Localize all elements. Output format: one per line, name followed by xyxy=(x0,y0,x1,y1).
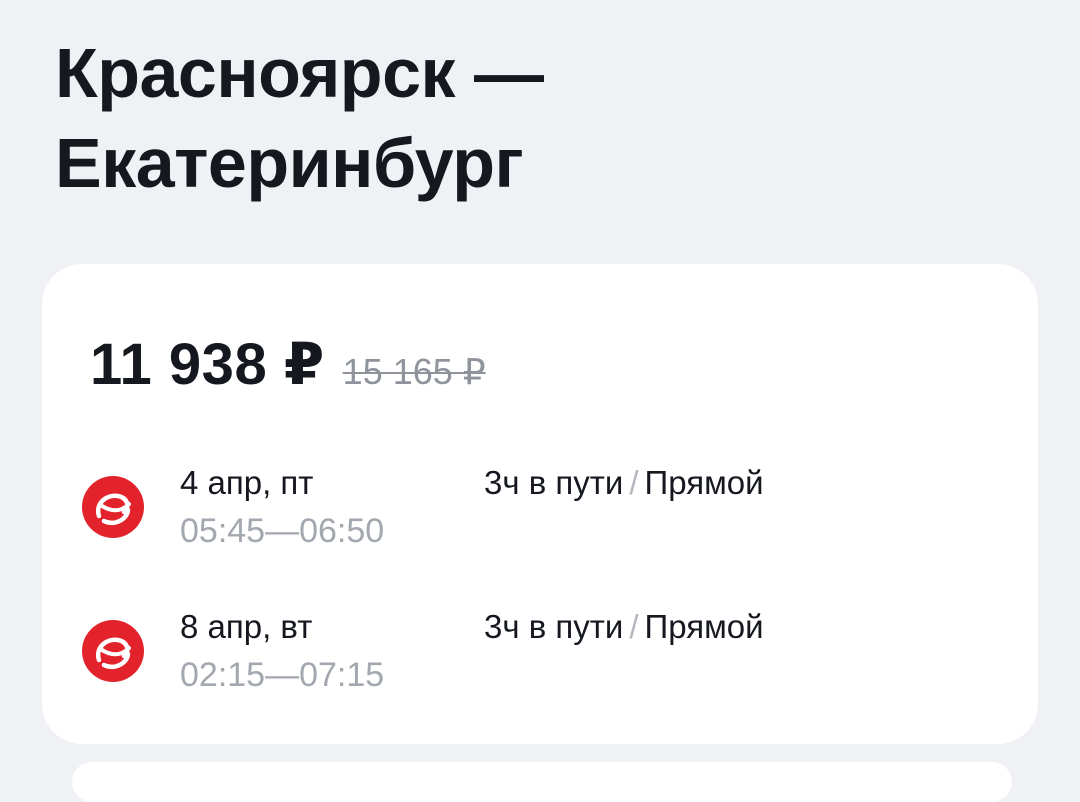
route-destination: Екатеринбург xyxy=(55,124,524,202)
flight-segment-outbound: 4 апр, пт 05:45—06:50 3ч в пути / Прямой xyxy=(82,460,982,550)
segment-date: 4 апр, пт xyxy=(180,464,314,501)
segment-info: 3ч в пути / Прямой xyxy=(484,608,764,646)
flight-segment-return: 8 апр, вт 02:15—07:15 3ч в пути / Прямой xyxy=(82,604,982,694)
segment-info: 3ч в пути / Прямой xyxy=(484,464,764,502)
segment-times: 05:45—06:50 xyxy=(180,512,385,550)
route-title: Красноярск — Екатеринбург xyxy=(55,28,955,208)
price: 11 938 ₽ xyxy=(90,332,325,397)
segment-date: 8 апр, вт xyxy=(180,608,313,645)
segment-separator: / xyxy=(629,464,639,501)
segment-duration: 3ч в пути xyxy=(484,608,624,645)
segment-stops: Прямой xyxy=(644,608,764,645)
price-row: 11 938 ₽ 15 165 ₽ xyxy=(90,330,486,398)
segment-stops: Прямой xyxy=(644,464,764,501)
old-price: 15 165 ₽ xyxy=(342,351,486,392)
airline-logo-icon xyxy=(82,476,144,538)
offer-card[interactable]: 11 938 ₽ 15 165 ₽ 4 апр, пт 05:45—06:50 … xyxy=(42,264,1038,744)
segment-separator: / xyxy=(629,608,639,645)
route-origin: Красноярск — xyxy=(55,34,544,112)
airline-logo-icon xyxy=(82,620,144,682)
segment-times: 02:15—07:15 xyxy=(180,656,385,694)
next-offer-card[interactable] xyxy=(72,762,1012,802)
segment-duration: 3ч в пути xyxy=(484,464,624,501)
